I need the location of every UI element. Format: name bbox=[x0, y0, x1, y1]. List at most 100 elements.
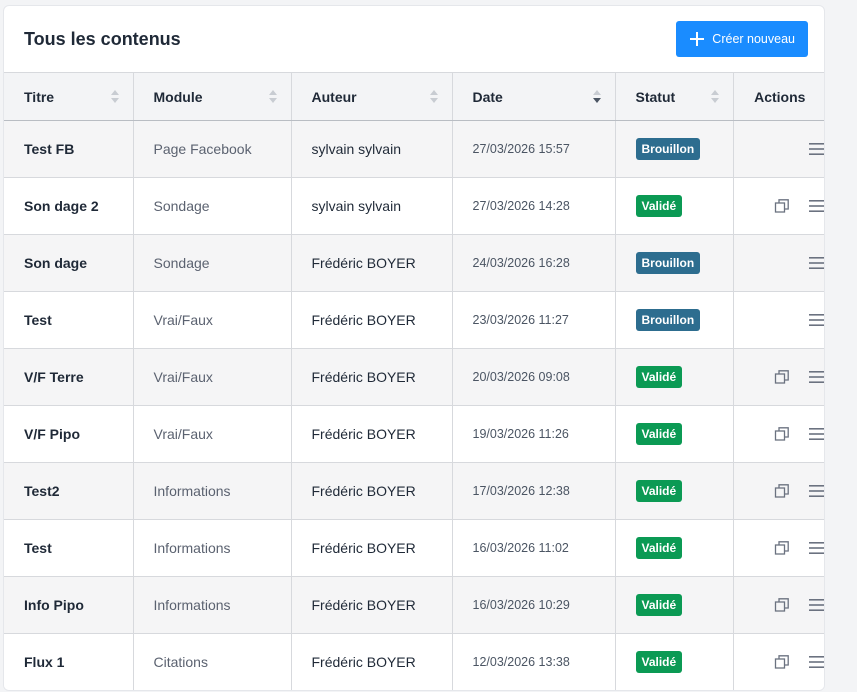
menu-icon[interactable] bbox=[808, 598, 825, 612]
cell-module: Informations bbox=[132, 462, 292, 520]
cell-auteur: Frédéric BOYER bbox=[290, 291, 453, 349]
sort-icon bbox=[710, 90, 719, 104]
table-row[interactable]: Son dage Sondage Frédéric BOYER 24/03/20… bbox=[4, 234, 825, 292]
cell-titre: Test bbox=[4, 291, 134, 349]
table-row[interactable]: Flux 1 Citations Frédéric BOYER 12/03/20… bbox=[4, 633, 825, 690]
status-badge: Validé bbox=[635, 594, 683, 616]
plus-icon bbox=[690, 32, 705, 46]
cell-auteur: Frédéric BOYER bbox=[290, 234, 453, 292]
cell-titre: Flux 1 bbox=[4, 633, 134, 690]
card-header: Tous les contenus Créer nouveau bbox=[4, 6, 824, 72]
cell-auteur: Frédéric BOYER bbox=[290, 576, 453, 634]
cell-module: Sondage bbox=[132, 177, 292, 235]
sort-desc-icon bbox=[592, 90, 601, 104]
status-badge: Validé bbox=[635, 366, 683, 388]
menu-icon[interactable] bbox=[808, 199, 825, 213]
cell-date: 16/03/2026 11:02 bbox=[451, 519, 616, 577]
sort-icon bbox=[110, 90, 119, 104]
cell-date: 19/03/2026 11:26 bbox=[451, 405, 616, 463]
duplicate-icon[interactable] bbox=[774, 597, 790, 613]
column-header-date[interactable]: Date bbox=[451, 72, 616, 121]
create-new-label: Créer nouveau bbox=[712, 32, 795, 46]
cell-module: Informations bbox=[132, 576, 292, 634]
cell-statut: Validé bbox=[614, 633, 734, 690]
cell-titre: Test2 bbox=[4, 462, 134, 520]
status-badge: Validé bbox=[635, 651, 683, 673]
cell-titre: Test bbox=[4, 519, 134, 577]
table-row[interactable]: Info Pipo Informations Frédéric BOYER 16… bbox=[4, 576, 825, 634]
column-header-module[interactable]: Module bbox=[132, 72, 292, 121]
cell-statut: Brouillon bbox=[614, 234, 734, 292]
cell-date: 16/03/2026 10:29 bbox=[451, 576, 616, 634]
table-header-row: Titre Module Auteur Date Statut Actions bbox=[4, 72, 824, 121]
cell-titre: Test FB bbox=[4, 120, 134, 178]
cell-actions bbox=[732, 405, 825, 463]
cell-date: 17/03/2026 12:38 bbox=[451, 462, 616, 520]
table-row[interactable]: V/F Pipo Vrai/Faux Frédéric BOYER 19/03/… bbox=[4, 405, 825, 463]
sort-icon bbox=[268, 90, 277, 104]
duplicate-icon[interactable] bbox=[774, 483, 790, 499]
column-label: Date bbox=[472, 88, 503, 105]
duplicate-icon[interactable] bbox=[774, 198, 790, 214]
create-new-button[interactable]: Créer nouveau bbox=[676, 21, 808, 57]
cell-actions bbox=[732, 234, 825, 292]
status-badge: Brouillon bbox=[635, 252, 701, 274]
cell-titre: V/F Pipo bbox=[4, 405, 134, 463]
menu-icon[interactable] bbox=[808, 313, 825, 327]
status-badge: Validé bbox=[635, 195, 683, 217]
table-row[interactable]: V/F Terre Vrai/Faux Frédéric BOYER 20/03… bbox=[4, 348, 825, 406]
menu-icon[interactable] bbox=[808, 427, 825, 441]
cell-titre: Son dage 2 bbox=[4, 177, 134, 235]
table-row[interactable]: Son dage 2 Sondage sylvain sylvain 27/03… bbox=[4, 177, 825, 235]
status-badge: Validé bbox=[635, 423, 683, 445]
column-header-auteur[interactable]: Auteur bbox=[290, 72, 453, 121]
cell-statut: Validé bbox=[614, 348, 734, 406]
status-badge: Brouillon bbox=[635, 138, 701, 160]
cell-date: 24/03/2026 16:28 bbox=[451, 234, 616, 292]
menu-icon[interactable] bbox=[808, 370, 825, 384]
cell-actions bbox=[732, 291, 825, 349]
cell-module: Citations bbox=[132, 633, 292, 690]
table-row[interactable]: Test2 Informations Frédéric BOYER 17/03/… bbox=[4, 462, 825, 520]
cell-date: 20/03/2026 09:08 bbox=[451, 348, 616, 406]
menu-icon[interactable] bbox=[808, 484, 825, 498]
cell-actions bbox=[732, 633, 825, 690]
duplicate-icon[interactable] bbox=[774, 654, 790, 670]
cell-titre: Info Pipo bbox=[4, 576, 134, 634]
cell-statut: Brouillon bbox=[614, 120, 734, 178]
duplicate-icon[interactable] bbox=[774, 369, 790, 385]
cell-titre: Son dage bbox=[4, 234, 134, 292]
column-label: Module bbox=[153, 88, 203, 105]
cell-auteur: Frédéric BOYER bbox=[290, 519, 453, 577]
cell-actions bbox=[732, 576, 825, 634]
cell-module: Informations bbox=[132, 519, 292, 577]
cell-auteur: Frédéric BOYER bbox=[290, 462, 453, 520]
table-row[interactable]: Test FB Page Facebook sylvain sylvain 27… bbox=[4, 120, 825, 178]
duplicate-icon[interactable] bbox=[774, 540, 790, 556]
menu-icon[interactable] bbox=[808, 142, 825, 156]
cell-auteur: sylvain sylvain bbox=[290, 177, 453, 235]
menu-icon[interactable] bbox=[808, 655, 825, 669]
table-row[interactable]: Test Informations Frédéric BOYER 16/03/2… bbox=[4, 519, 825, 577]
menu-icon[interactable] bbox=[808, 256, 825, 270]
column-label: Auteur bbox=[311, 88, 357, 105]
cell-statut: Validé bbox=[614, 405, 734, 463]
cell-date: 27/03/2026 14:28 bbox=[451, 177, 616, 235]
cell-module: Vrai/Faux bbox=[132, 405, 292, 463]
status-badge: Brouillon bbox=[635, 309, 701, 331]
duplicate-icon[interactable] bbox=[774, 426, 790, 442]
cell-auteur: Frédéric BOYER bbox=[290, 405, 453, 463]
cell-module: Page Facebook bbox=[132, 120, 292, 178]
column-header-titre[interactable]: Titre bbox=[4, 72, 134, 121]
column-header-actions: Actions bbox=[732, 72, 824, 121]
cell-auteur: Frédéric BOYER bbox=[290, 633, 453, 690]
cell-statut: Brouillon bbox=[614, 291, 734, 349]
column-header-statut[interactable]: Statut bbox=[614, 72, 734, 121]
table-row[interactable]: Test Vrai/Faux Frédéric BOYER 23/03/2026… bbox=[4, 291, 825, 349]
cell-statut: Validé bbox=[614, 177, 734, 235]
sort-icon bbox=[429, 90, 438, 104]
column-label: Actions bbox=[754, 88, 806, 105]
cell-auteur: Frédéric BOYER bbox=[290, 348, 453, 406]
menu-icon[interactable] bbox=[808, 541, 825, 555]
cell-titre: V/F Terre bbox=[4, 348, 134, 406]
